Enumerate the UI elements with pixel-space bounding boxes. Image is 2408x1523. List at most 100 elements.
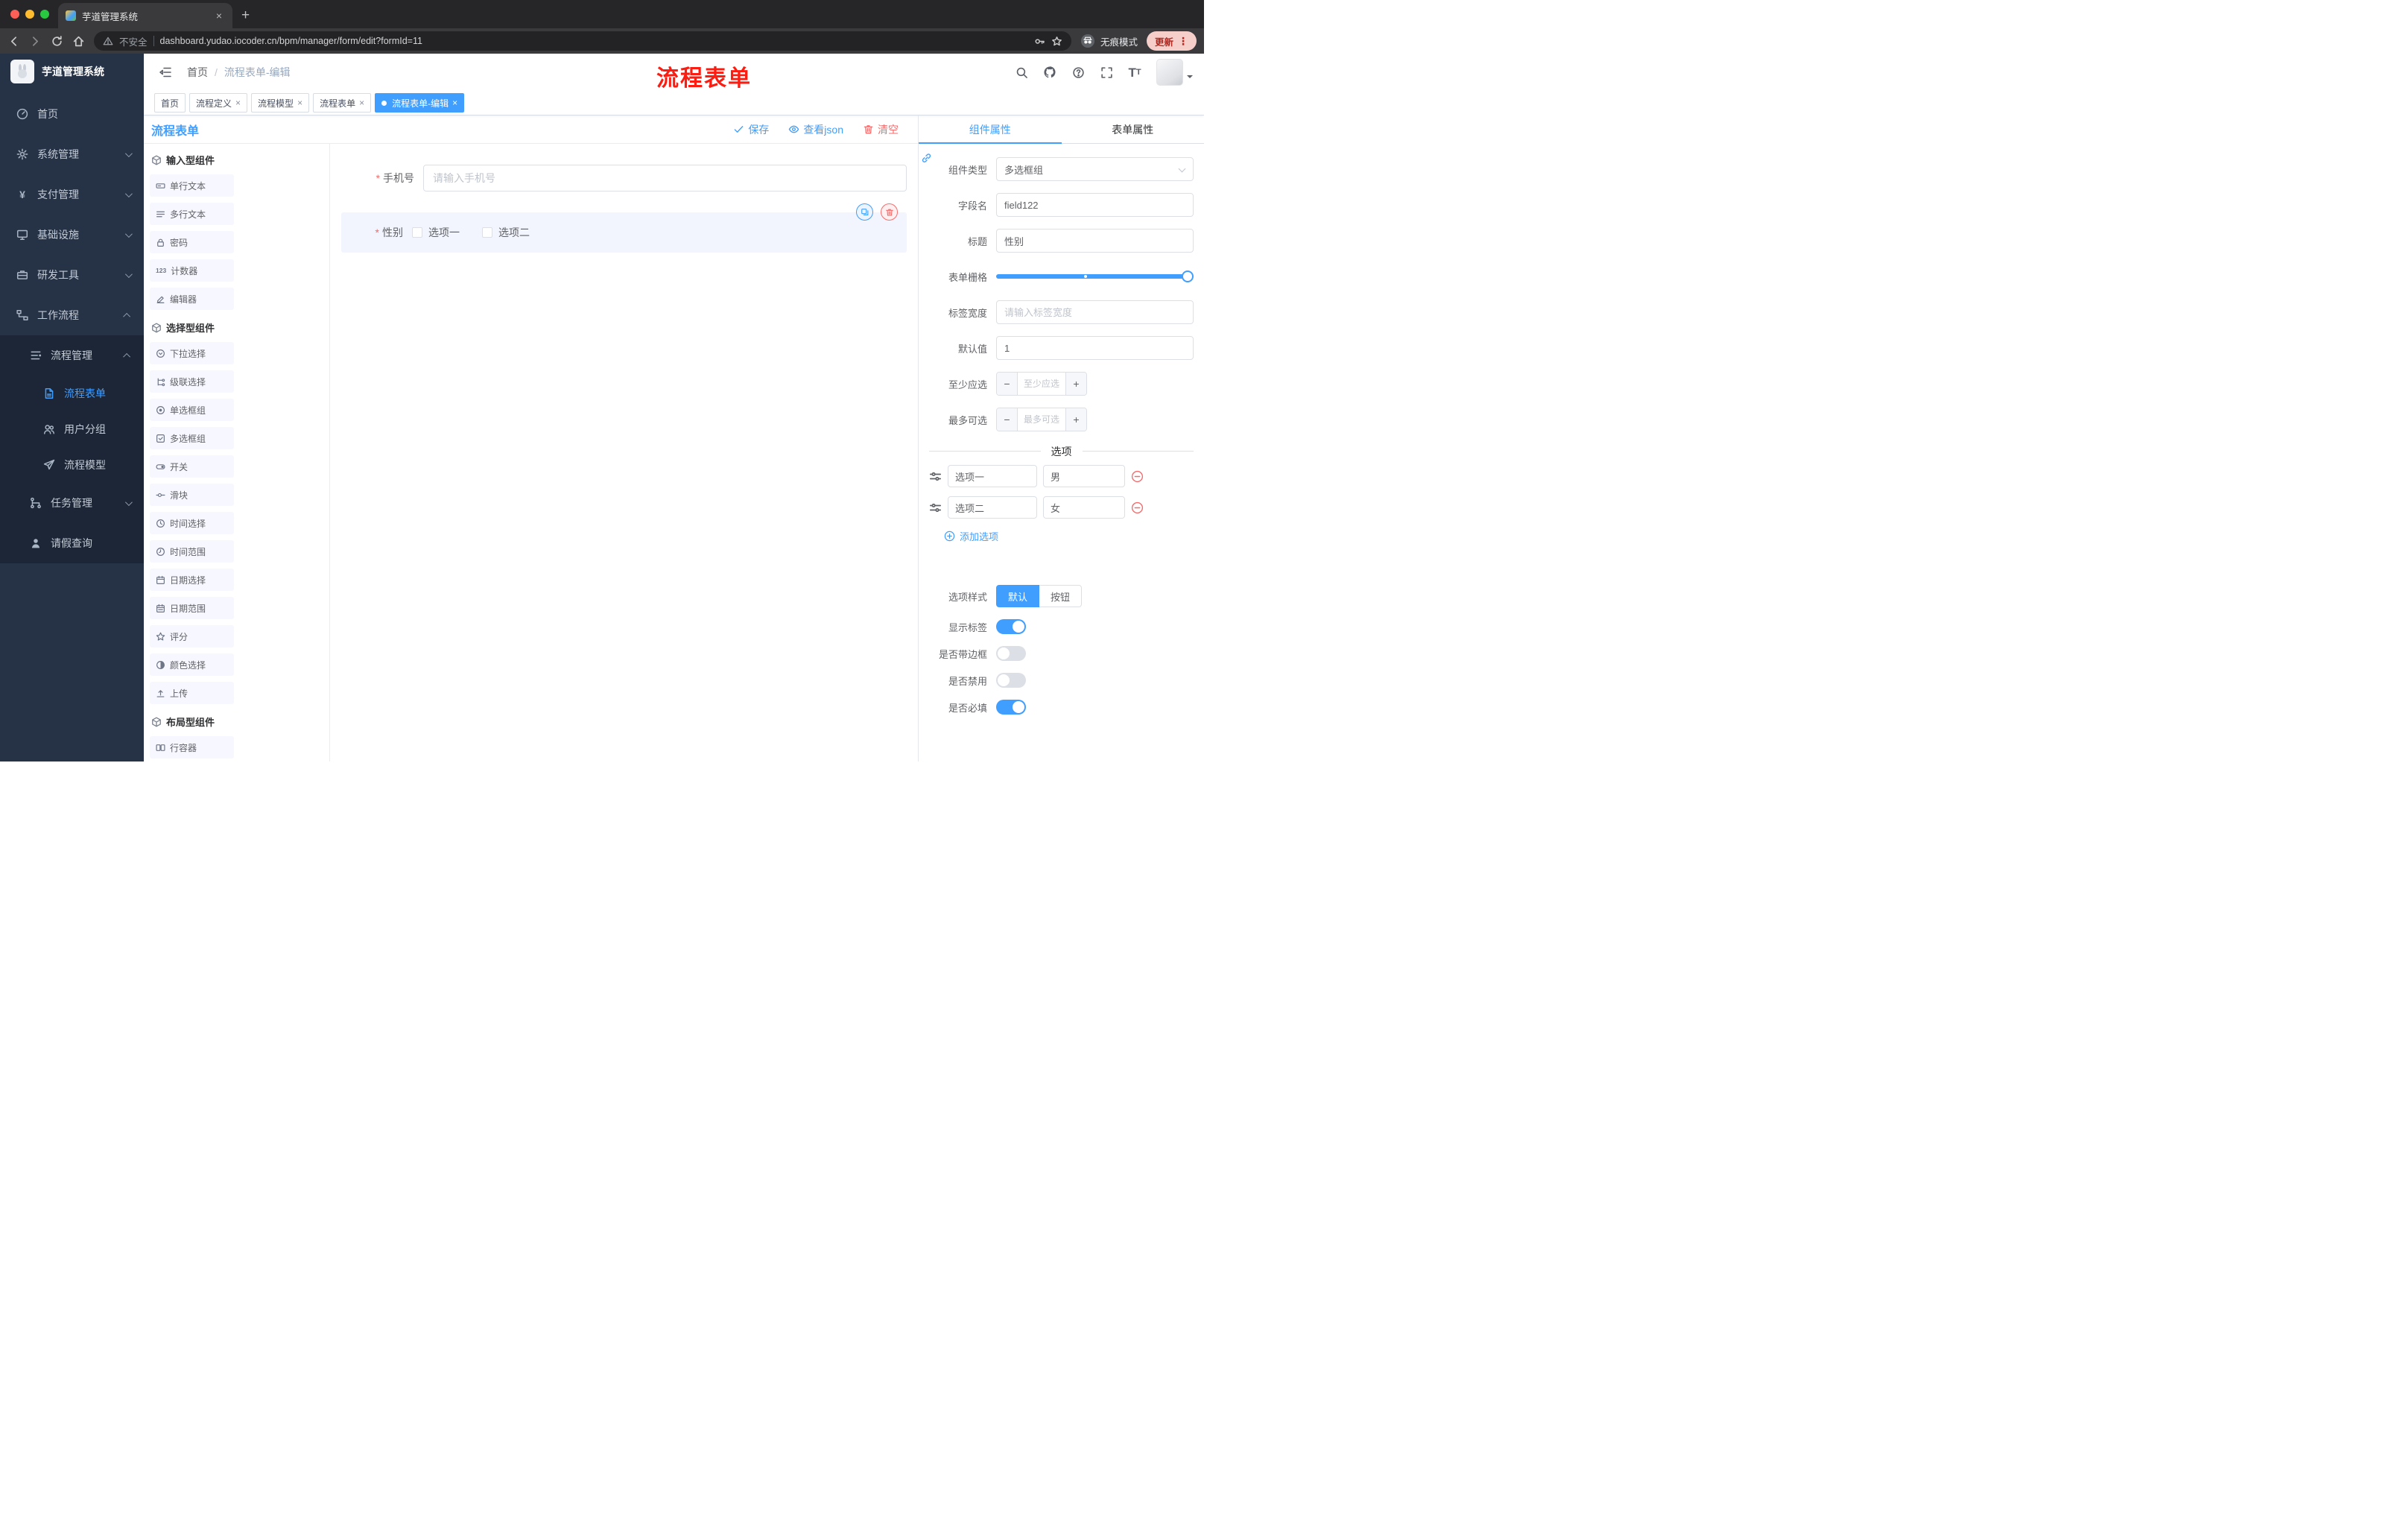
address-bar[interactable]: 不安全 dashboard.yudao.iocoder.cn/bpm/manag… bbox=[94, 31, 1071, 51]
window-close-button[interactable] bbox=[10, 10, 19, 19]
tag-process-form-edit[interactable]: 流程表单-编辑 × bbox=[375, 93, 465, 113]
max-select-input[interactable] bbox=[1018, 408, 1065, 431]
palette-item-textarea[interactable]: 多行文本 bbox=[150, 203, 234, 225]
sidebar-item-system-mgmt[interactable]: 系统管理 bbox=[0, 134, 144, 174]
github-icon[interactable] bbox=[1039, 61, 1061, 83]
clear-button[interactable]: 清空 bbox=[863, 122, 899, 137]
palette-item-switch[interactable]: 开关 bbox=[150, 455, 234, 478]
save-button[interactable]: 保存 bbox=[733, 122, 769, 137]
sidebar-item-payment-mgmt[interactable]: ¥ 支付管理 bbox=[0, 174, 144, 215]
title-input[interactable] bbox=[996, 229, 1194, 253]
increase-icon[interactable]: + bbox=[1065, 373, 1086, 395]
tag-process-model[interactable]: 流程模型 × bbox=[251, 93, 310, 113]
back-icon[interactable] bbox=[7, 35, 20, 48]
palette-item-rate[interactable]: 评分 bbox=[150, 625, 234, 647]
close-icon[interactable]: × bbox=[235, 98, 241, 107]
palette-item-row-container[interactable]: 行容器 bbox=[150, 736, 234, 759]
password-key-icon[interactable] bbox=[1034, 36, 1045, 47]
sidebar-item-process-form[interactable]: 流程表单 bbox=[0, 376, 144, 411]
phone-input[interactable] bbox=[423, 165, 907, 191]
palette-item-single-line-text[interactable]: 单行文本 bbox=[150, 174, 234, 197]
decrease-icon[interactable]: − bbox=[997, 373, 1018, 395]
window-minimize-button[interactable] bbox=[25, 10, 34, 19]
sidebar-item-process-model[interactable]: 流程模型 bbox=[0, 447, 144, 483]
new-tab-button[interactable]: + bbox=[232, 8, 259, 28]
border-switch[interactable] bbox=[996, 646, 1026, 661]
checkbox-option-2[interactable]: 选项二 bbox=[482, 225, 530, 240]
option-label-input[interactable] bbox=[948, 496, 1037, 519]
sidebar-item-user-group[interactable]: 用户分组 bbox=[0, 411, 144, 447]
checkbox-option-1[interactable]: 选项一 bbox=[412, 225, 460, 240]
palette-item-password[interactable]: 密码 bbox=[150, 231, 234, 253]
palette-item-counter[interactable]: 123 计数器 bbox=[150, 259, 234, 282]
bookmark-star-icon[interactable] bbox=[1051, 36, 1062, 47]
avatar[interactable] bbox=[1156, 59, 1193, 86]
grid-slider[interactable] bbox=[996, 265, 1194, 288]
palette-item-checkbox-group[interactable]: 多选框组 bbox=[150, 427, 234, 449]
tag-home[interactable]: 首页 bbox=[154, 93, 186, 113]
forward-icon[interactable] bbox=[29, 35, 42, 48]
tab-close-icon[interactable]: × bbox=[213, 9, 225, 22]
drag-handle-icon[interactable] bbox=[929, 501, 942, 514]
tab-component-props[interactable]: 组件属性 bbox=[919, 115, 1062, 144]
sidebar-item-infrastructure[interactable]: 基础设施 bbox=[0, 215, 144, 255]
font-size-icon[interactable]: TT bbox=[1124, 61, 1146, 83]
add-option-button[interactable]: 添加选项 bbox=[944, 529, 1194, 543]
search-icon[interactable] bbox=[1010, 61, 1033, 83]
breadcrumb-home[interactable]: 首页 bbox=[187, 65, 208, 80]
phone-field[interactable]: 手机号 bbox=[341, 165, 907, 191]
style-button-button[interactable]: 按钮 bbox=[1039, 585, 1083, 607]
field-name-input[interactable] bbox=[996, 193, 1194, 217]
palette-item-date-range[interactable]: 日期范围 bbox=[150, 597, 234, 619]
min-select-input[interactable] bbox=[1018, 373, 1065, 395]
disabled-switch[interactable] bbox=[996, 673, 1026, 688]
default-value-input[interactable] bbox=[996, 336, 1194, 360]
palette-item-radio-group[interactable]: 单选框组 bbox=[150, 399, 234, 421]
fullscreen-icon[interactable] bbox=[1095, 61, 1118, 83]
sidebar-item-workflow[interactable]: 工作流程 bbox=[0, 295, 144, 335]
tag-process-form[interactable]: 流程表单 × bbox=[313, 93, 372, 113]
sidebar-item-process-mgmt[interactable]: 流程管理 bbox=[0, 335, 144, 376]
show-label-switch[interactable] bbox=[996, 619, 1026, 634]
sidebar-item-task-mgmt[interactable]: 任务管理 bbox=[0, 483, 144, 523]
menu-kebab-icon[interactable]: ⋮ bbox=[1178, 35, 1188, 48]
reload-icon[interactable] bbox=[51, 35, 63, 48]
remove-option-icon[interactable] bbox=[1131, 501, 1144, 514]
slider-handle[interactable] bbox=[1182, 270, 1194, 282]
home-icon[interactable] bbox=[72, 35, 85, 48]
window-zoom-button[interactable] bbox=[40, 10, 49, 19]
palette-item-color-picker[interactable]: 颜色选择 bbox=[150, 653, 234, 676]
palette-item-select[interactable]: 下拉选择 bbox=[150, 342, 234, 364]
component-type-select[interactable]: 多选框组 bbox=[996, 157, 1194, 181]
palette-item-time-range[interactable]: 时间范围 bbox=[150, 540, 234, 563]
option-label-input[interactable] bbox=[948, 465, 1037, 487]
slider-track[interactable] bbox=[996, 270, 1194, 282]
update-button[interactable]: 更新 ⋮ bbox=[1146, 31, 1197, 51]
close-icon[interactable]: × bbox=[452, 98, 457, 107]
sidebar-item-dev-tools[interactable]: 研发工具 bbox=[0, 255, 144, 295]
palette-item-cascader[interactable]: 级联选择 bbox=[150, 370, 234, 393]
required-switch[interactable] bbox=[996, 700, 1026, 715]
palette-item-date-picker[interactable]: 日期选择 bbox=[150, 569, 234, 591]
label-width-input[interactable] bbox=[996, 300, 1194, 324]
palette-item-time-picker[interactable]: 时间选择 bbox=[150, 512, 234, 534]
link-icon[interactable] bbox=[921, 153, 932, 164]
close-icon[interactable]: × bbox=[297, 98, 302, 107]
palette-item-upload[interactable]: 上传 bbox=[150, 682, 234, 704]
gender-field-selected[interactable]: 性别 选项一 选项二 bbox=[341, 203, 907, 253]
view-json-button[interactable]: 查看json bbox=[788, 122, 843, 137]
close-icon[interactable]: × bbox=[359, 98, 364, 107]
palette-item-slider[interactable]: 滑块 bbox=[150, 484, 234, 506]
option-value-input[interactable] bbox=[1043, 496, 1125, 519]
sidebar-item-home[interactable]: 首页 bbox=[0, 94, 144, 134]
delete-component-button[interactable] bbox=[881, 203, 898, 221]
drag-handle-icon[interactable] bbox=[929, 470, 942, 483]
option-value-input[interactable] bbox=[1043, 465, 1125, 487]
copy-component-button[interactable] bbox=[856, 203, 873, 221]
style-default-button[interactable]: 默认 bbox=[996, 585, 1040, 607]
form-canvas[interactable]: 手机号 bbox=[330, 144, 918, 762]
tab-form-props[interactable]: 表单属性 bbox=[1062, 115, 1205, 143]
sidebar-item-leave-query[interactable]: 请假查询 bbox=[0, 523, 144, 563]
remove-option-icon[interactable] bbox=[1131, 470, 1144, 483]
decrease-icon[interactable]: − bbox=[997, 408, 1018, 431]
